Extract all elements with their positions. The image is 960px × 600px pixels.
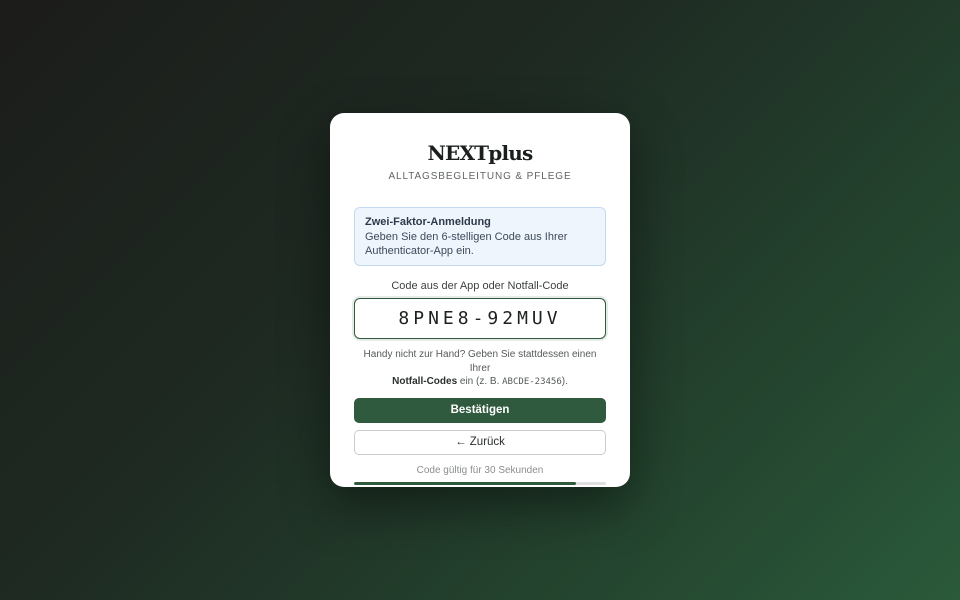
brand-tagline: ALLTAGSBEGLEITUNG & PFLEGE [388,171,572,182]
hint-backup-codes-term: Notfall-Codes [392,376,458,387]
info-box-title: Zwei-Faktor-Anmeldung [365,216,491,228]
back-button[interactable]: ← Zurück [354,429,606,455]
validity-progress-fill [354,481,576,485]
backup-code-hint: Handy nicht zur Hand? Geben Sie stattdes… [354,348,606,390]
brand-logo: NEXTplus [427,141,534,165]
confirm-button[interactable]: Bestätigen [354,397,606,423]
hint-prefix: Handy nicht zur Hand? Geben Sie stattdes… [363,349,597,374]
code-field-label: Code aus der App oder Notfall-Code [391,280,569,292]
validity-progress-bar [354,481,606,485]
hint-suffix: ). [561,376,568,387]
hint-middle: ein (z. B. [457,376,503,387]
login-card: NEXTplus ALLTAGSBEGLEITUNG & PFLEGE Zwei… [330,113,630,487]
two-factor-info-box: Zwei-Faktor-Anmeldung Geben Sie den 6-st… [354,207,606,266]
hint-example-code: ABCDE-23456 [502,377,562,387]
code-validity-text: Code gültig für 30 Sekunden [416,464,544,476]
code-input[interactable] [354,298,606,339]
info-box-text: Geben Sie den 6-stelligen Code aus Ihrer… [365,231,568,257]
